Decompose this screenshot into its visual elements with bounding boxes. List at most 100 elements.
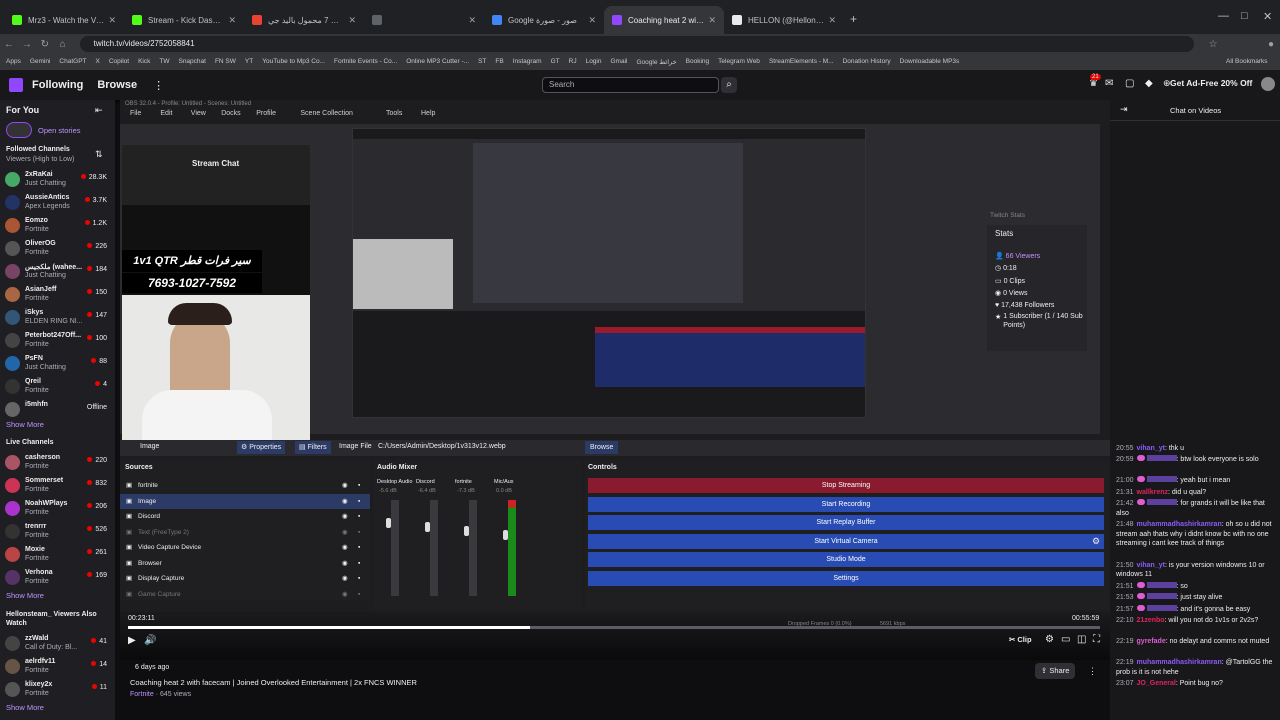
obs-control-button[interactable]: Studio Mode	[588, 552, 1104, 567]
source-item[interactable]: Text (FreeType 2) ▣ ◉ ▪	[120, 525, 370, 541]
show-more-also[interactable]: Show More	[6, 703, 44, 712]
bookmark-item[interactable]: FB	[495, 58, 503, 65]
bookmark-item[interactable]: ST	[478, 58, 486, 65]
sort-icon[interactable]: ⇅	[95, 149, 103, 160]
bookmark-item[interactable]: Donation History	[843, 58, 891, 65]
more-icon[interactable]: ⋮	[153, 79, 164, 92]
source-item[interactable]: Discord ▣ ◉ ▪	[120, 509, 370, 525]
browse-button[interactable]: Browse	[585, 441, 619, 454]
volume-slider[interactable]	[464, 526, 469, 536]
profile-avatar[interactable]: ●	[1262, 39, 1280, 50]
source-item[interactable]: Image ▣ ◉ ▪	[120, 493, 370, 510]
source-item[interactable]: Display Capture ▣ ◉ ▪	[120, 571, 370, 587]
bookmark-item[interactable]: ChatGPT	[59, 58, 86, 65]
visibility-eye-icon[interactable]: ◉	[342, 525, 348, 541]
obs-control-button[interactable]: Start Replay Buffer	[588, 515, 1104, 530]
source-item[interactable]: Game Capture ▣ ◉ ▪	[120, 587, 370, 603]
tab-close-icon[interactable]: ✕	[588, 15, 596, 26]
share-button[interactable]: ⇪ Share	[1035, 663, 1076, 679]
more-options-icon[interactable]: ⋮	[1088, 666, 1097, 677]
visibility-eye-icon[interactable]: ◉	[342, 509, 348, 525]
chat-username[interactable]	[1146, 476, 1177, 483]
source-item[interactable]: fortnite ▣ ◉ ▪	[120, 478, 370, 494]
chat-username[interactable]: wallkrenz	[1137, 489, 1169, 496]
sidebar-channel[interactable]: 2xRaKai Just Chatting 28.3K	[0, 169, 115, 191]
sidebar-channel[interactable]: Eomzo Fortnite 1.2K	[0, 215, 115, 237]
browser-tab[interactable]: ✕	[364, 6, 484, 34]
obs-menu-item[interactable]: Help	[421, 110, 435, 117]
browser-tab[interactable]: اوسمو موبايل 7 محمول باليد جي... ✕	[244, 6, 364, 34]
tab-close-icon[interactable]: ✕	[108, 15, 116, 26]
source-item[interactable]: Video Capture Device ▣ ◉ ▪	[120, 540, 370, 556]
bookmark-item[interactable]: Kick	[138, 58, 150, 65]
search-input[interactable]: Search	[542, 77, 719, 93]
chat-username[interactable]: vihan_yt	[1137, 445, 1165, 452]
obs-menu-item[interactable]: Profile	[256, 110, 276, 117]
sidebar-channel[interactable]: Peterbot247Off... Fortnite 100	[0, 330, 115, 352]
browser-tab[interactable]: Stream - Kick Dashboard ✕	[124, 6, 244, 34]
collapse-chat-icon[interactable]: ⇥	[1120, 104, 1128, 115]
browser-tab[interactable]: Google صور - صورة ✕	[484, 6, 604, 34]
browser-tab[interactable]: Coaching heat 2 with facec ✕	[604, 6, 724, 34]
bookmark-item[interactable]: StreamElements - M...	[769, 58, 834, 65]
chat-username[interactable]	[1146, 604, 1177, 611]
lock-icon[interactable]: ▪	[358, 587, 360, 603]
chat-username[interactable]	[1146, 593, 1177, 600]
visibility-eye-icon[interactable]: ◉	[342, 587, 348, 603]
bookmark-item[interactable]: Apps	[6, 58, 21, 65]
source-item[interactable]: Browser ▣ ◉ ▪	[120, 556, 370, 572]
sidebar-channel[interactable]: OliverOG Fortnite 226	[0, 238, 115, 260]
sidebar-channel[interactable]: Sommerset Fortnite 832	[0, 475, 115, 497]
visibility-eye-icon[interactable]: ◉	[342, 540, 348, 556]
obs-menu-item[interactable]: Tools	[386, 110, 402, 117]
fullscreen-icon[interactable]: ⛶	[1093, 634, 1100, 645]
bookmark-item[interactable]: TW	[159, 58, 169, 65]
sidebar-channel[interactable]: Moxie Fortnite 261	[0, 544, 115, 566]
minimize-icon[interactable]: —	[1218, 10, 1229, 22]
bookmark-item[interactable]: Downloadable MP3s	[900, 58, 960, 65]
bookmark-item[interactable]: Login	[586, 58, 602, 65]
play-icon[interactable]: ▶	[128, 635, 136, 646]
show-more-followed[interactable]: Show More	[6, 420, 44, 429]
volume-slider[interactable]	[503, 530, 508, 540]
visibility-eye-icon[interactable]: ◉	[342, 571, 348, 587]
inbox-icon[interactable]: ✉	[1105, 78, 1113, 89]
sidebar-channel[interactable]: casherson Fortnite 220	[0, 452, 115, 474]
tab-close-icon[interactable]: ✕	[348, 15, 356, 26]
sidebar-channel[interactable]: AussieAntics Apex Legends 3.7K	[0, 192, 115, 214]
tab-close-icon[interactable]: ✕	[468, 15, 476, 26]
sidebar-channel[interactable]: aelrdfv11 Fortnite 14	[0, 656, 115, 678]
sidebar-channel[interactable]: PsFN Just Chatting 88	[0, 353, 115, 375]
stories-avatars[interactable]	[6, 122, 32, 138]
open-stories-link[interactable]: Open stories	[38, 126, 81, 135]
bookmark-item[interactable]: Gemini	[30, 58, 51, 65]
chat-username[interactable]	[1146, 499, 1177, 505]
bits-icon[interactable]: ◆	[1145, 78, 1153, 89]
chat-username[interactable]: JO_General	[1137, 680, 1176, 687]
browse-link[interactable]: Browse	[97, 79, 137, 91]
bookmark-item[interactable]: Booking	[686, 58, 710, 65]
chat-username[interactable]: muhammadhashirkamran	[1137, 521, 1222, 528]
sidebar-channel[interactable]: klixey2x Fortnite 11	[0, 679, 115, 701]
obs-control-button[interactable]: Start Recording	[588, 496, 1104, 512]
bookmark-item[interactable]: FN SW	[215, 58, 236, 65]
visibility-eye-icon[interactable]: ◉	[342, 556, 348, 572]
bookmark-item[interactable]: Instagram	[513, 58, 542, 65]
whispers-icon[interactable]: ▢	[1125, 78, 1134, 89]
visibility-eye-icon[interactable]: ◉	[342, 478, 348, 494]
properties-button[interactable]: ⚙ Properties	[237, 441, 286, 454]
browser-tab[interactable]: Mrz3 - Watch the VOD on Kick ✕	[4, 6, 124, 34]
collapse-sidebar-icon[interactable]: ⇤	[95, 105, 103, 116]
clip-button[interactable]: ✂ Clip	[1009, 635, 1032, 644]
obs-control-button[interactable]: Start Virtual Camera	[588, 533, 1104, 549]
lock-icon[interactable]: ▪	[358, 494, 360, 510]
sidebar-channel[interactable]: Qreil Fortnite 4	[0, 376, 115, 398]
volume-slider[interactable]	[425, 522, 430, 532]
sidebar-channel[interactable]: trenrrr Fortnite 526	[0, 521, 115, 543]
chat-username[interactable]: gyrefade	[1137, 638, 1166, 645]
bookmark-item[interactable]: Copilot	[109, 58, 129, 65]
browser-tab[interactable]: HELLON (@Hellonsteam) / X ✕	[724, 6, 844, 34]
obs-menu-item[interactable]: Docks	[221, 110, 240, 117]
obs-control-button[interactable]: Stop Streaming	[588, 478, 1104, 493]
followed-sort[interactable]: Viewers (High to Low)	[6, 156, 74, 163]
